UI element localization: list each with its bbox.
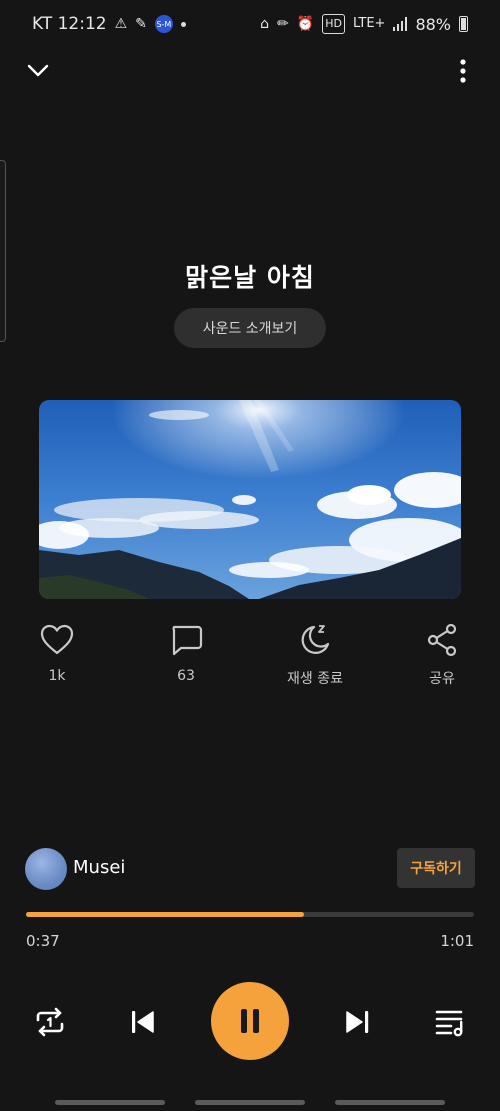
time-elapsed: 0:37: [26, 932, 60, 950]
like-count: 1k: [48, 668, 66, 684]
battery-icon: [459, 16, 468, 32]
progress-fill: [26, 912, 304, 917]
more-vertical-icon[interactable]: [452, 56, 474, 86]
nav-recents[interactable]: [55, 1100, 165, 1105]
playback-controls: [0, 982, 500, 1062]
sleep-timer-label: 재생 종료: [287, 671, 343, 687]
next-button[interactable]: [338, 1002, 378, 1042]
subscribe-button[interactable]: 구독하기: [397, 848, 475, 888]
playlist-icon: [435, 1010, 463, 1037]
action-row: 1k 63 재생 종료 공유: [0, 622, 500, 692]
comment-button[interactable]: 63: [141, 622, 231, 684]
sleep-timer-icon: [301, 625, 330, 654]
app-notification-icon: S-M: [154, 15, 173, 33]
system-nav-bar: [0, 1099, 500, 1111]
comment-icon: [172, 625, 203, 656]
battery-percent: 88%: [415, 14, 451, 34]
time-total: 1:01: [440, 932, 474, 950]
notification-icon: ✎: [135, 16, 147, 32]
chevron-down-icon[interactable]: [24, 56, 52, 84]
share-icon: [427, 623, 457, 657]
network-type: LTE+: [352, 16, 386, 31]
repeat-one-button[interactable]: [30, 1002, 70, 1042]
nav-home[interactable]: [195, 1100, 305, 1105]
channel-name[interactable]: Musei: [73, 857, 125, 878]
progress-bar[interactable]: [26, 912, 474, 917]
carrier-time: KT 12:12: [32, 14, 107, 34]
skip-next-icon: [346, 1011, 369, 1033]
skip-previous-icon: [132, 1011, 154, 1033]
pause-button[interactable]: [211, 982, 289, 1060]
more-notifications-dot: [180, 21, 186, 27]
sound-intro-button[interactable]: 사운드 소개보기: [174, 308, 326, 348]
channel-row: Musei 구독하기: [25, 848, 475, 890]
alarm-icon: ⏰: [296, 16, 315, 32]
repeat-one-icon: [36, 1007, 64, 1037]
share-button[interactable]: 공유: [397, 622, 487, 688]
comment-count: 63: [177, 668, 195, 684]
previous-button[interactable]: [122, 1002, 162, 1042]
pause-icon: [241, 1009, 259, 1033]
lock-icon: ⌂: [260, 16, 270, 32]
edge-panel-handle[interactable]: [0, 160, 6, 342]
like-button[interactable]: 1k: [12, 622, 102, 684]
playlist-button[interactable]: [430, 1002, 470, 1042]
status-bar: KT 12:12 ⚠ ✎ S-M ⌂ ✏ ⏰ HD LTE+ 88%: [0, 0, 500, 52]
nav-back[interactable]: [335, 1100, 445, 1105]
pen-icon: ✏: [277, 16, 289, 32]
status-right: ⌂ ✏ ⏰ HD LTE+ 88%: [260, 14, 468, 34]
share-label: 공유: [429, 671, 455, 687]
heart-icon: [40, 624, 74, 655]
warning-icon: ⚠: [114, 16, 128, 32]
hd-icon: HD: [322, 14, 345, 34]
status-left: KT 12:12 ⚠ ✎ S-M: [32, 14, 186, 34]
signal-icon: [393, 17, 408, 31]
track-title: 맑은날 아침: [185, 263, 315, 292]
avatar[interactable]: [25, 848, 67, 890]
sleep-timer-button[interactable]: 재생 종료: [270, 622, 360, 688]
cover-image: [39, 400, 461, 599]
